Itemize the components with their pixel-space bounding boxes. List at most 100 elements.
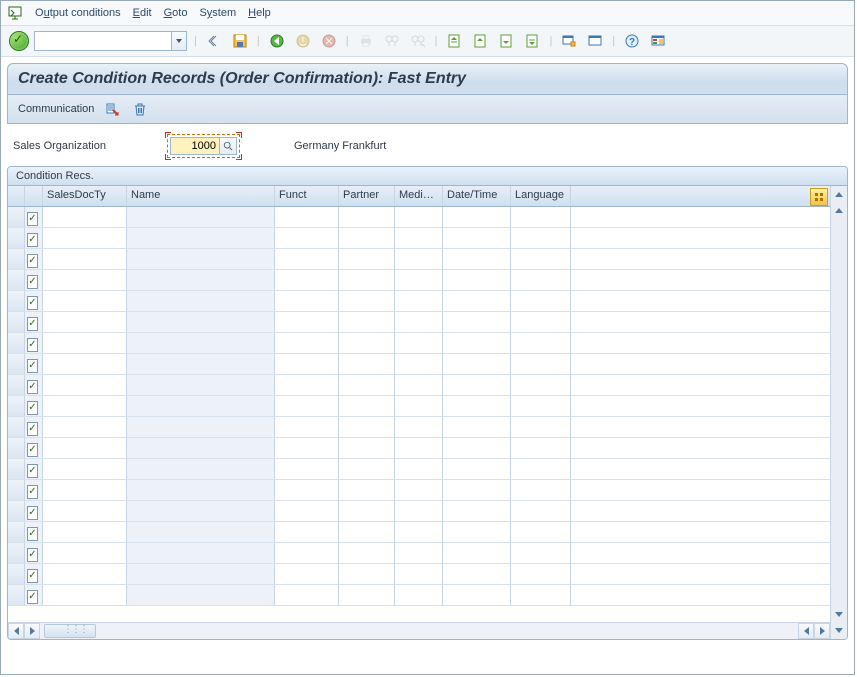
cell-datetime[interactable] [443,291,511,311]
save-icon[interactable] [229,30,251,52]
cell-partner[interactable] [339,291,395,311]
v-scroll-bottom[interactable] [835,628,843,633]
cell-language[interactable] [511,207,571,227]
cell-language[interactable] [511,354,571,374]
column-header-partner[interactable]: Partner [339,186,395,206]
cell-partner[interactable] [339,375,395,395]
enter-button[interactable] [9,31,29,51]
cell-funct[interactable] [275,417,339,437]
communication-button[interactable]: Communication [18,103,94,115]
cell-funct[interactable] [275,585,339,605]
h-scroll-right[interactable] [814,623,830,639]
cell-datetime[interactable] [443,501,511,521]
row-selector[interactable] [8,459,25,479]
cell-funct[interactable] [275,291,339,311]
cell-datetime[interactable] [443,522,511,542]
row-select-checkbox[interactable] [25,228,43,248]
cell-funct[interactable] [275,333,339,353]
cell-salesdocty[interactable] [43,207,127,227]
row-selector[interactable] [8,585,25,605]
row-select-checkbox[interactable] [25,459,43,479]
cell-medium[interactable] [395,543,443,563]
cell-datetime[interactable] [443,354,511,374]
row-selector[interactable] [8,312,25,332]
v-scroll-up[interactable] [835,208,843,213]
cell-funct[interactable] [275,501,339,521]
cell-medium[interactable] [395,585,443,605]
cell-funct[interactable] [275,564,339,584]
cell-partner[interactable] [339,564,395,584]
cell-salesdocty[interactable] [43,291,127,311]
cell-salesdocty[interactable] [43,312,127,332]
row-selector[interactable] [8,396,25,416]
cell-salesdocty[interactable] [43,564,127,584]
column-header-name[interactable]: Name [127,186,275,206]
cell-funct[interactable] [275,375,339,395]
row-selector[interactable] [8,291,25,311]
cell-funct[interactable] [275,249,339,269]
layout-menu-icon[interactable] [647,30,669,52]
cell-salesdocty[interactable] [43,585,127,605]
cell-funct[interactable] [275,459,339,479]
cell-partner[interactable] [339,522,395,542]
back-icon[interactable] [266,30,288,52]
cell-medium[interactable] [395,228,443,248]
cell-language[interactable] [511,501,571,521]
column-header-select[interactable] [25,186,43,206]
cell-medium[interactable] [395,459,443,479]
cell-funct[interactable] [275,228,339,248]
cell-datetime[interactable] [443,375,511,395]
cell-medium[interactable] [395,354,443,374]
row-selector[interactable] [8,480,25,500]
sales-organization-f4-button[interactable] [220,137,237,155]
cell-funct[interactable] [275,354,339,374]
cell-salesdocty[interactable] [43,333,127,353]
h-scroll-thumb[interactable] [44,624,96,638]
menu-system[interactable]: System [199,7,236,19]
v-scroll-down[interactable] [835,612,843,617]
cell-salesdocty[interactable] [43,354,127,374]
cell-medium[interactable] [395,522,443,542]
cell-datetime[interactable] [443,564,511,584]
cell-datetime[interactable] [443,270,511,290]
next-page-icon[interactable] [495,30,517,52]
cell-partner[interactable] [339,585,395,605]
row-selector[interactable] [8,228,25,248]
delete-icon[interactable] [130,99,150,119]
cell-partner[interactable] [339,249,395,269]
prev-page-icon[interactable] [469,30,491,52]
cell-salesdocty[interactable] [43,480,127,500]
cell-salesdocty[interactable] [43,270,127,290]
cell-language[interactable] [511,543,571,563]
table-corner[interactable] [8,186,25,206]
cell-salesdocty[interactable] [43,543,127,563]
cell-medium[interactable] [395,291,443,311]
row-select-checkbox[interactable] [25,585,43,605]
cell-datetime[interactable] [443,333,511,353]
cell-language[interactable] [511,375,571,395]
row-select-checkbox[interactable] [25,522,43,542]
sales-organization-input[interactable] [170,137,220,155]
cell-medium[interactable] [395,480,443,500]
cell-medium[interactable] [395,396,443,416]
column-header-salesdocty[interactable]: SalesDocTy [43,186,127,206]
row-selector[interactable] [8,522,25,542]
row-select-checkbox[interactable] [25,375,43,395]
cell-partner[interactable] [339,543,395,563]
row-selector[interactable] [8,375,25,395]
cell-datetime[interactable] [443,543,511,563]
row-select-checkbox[interactable] [25,564,43,584]
h-scroll-right-2[interactable] [798,623,814,639]
cell-partner[interactable] [339,396,395,416]
cell-datetime[interactable] [443,312,511,332]
h-scroll-left-2[interactable] [24,623,40,639]
cell-partner[interactable] [339,354,395,374]
cell-salesdocty[interactable] [43,396,127,416]
cell-salesdocty[interactable] [43,249,127,269]
cell-datetime[interactable] [443,585,511,605]
cell-partner[interactable] [339,333,395,353]
cell-datetime[interactable] [443,249,511,269]
row-select-checkbox[interactable] [25,333,43,353]
column-header-medium[interactable]: Medium [395,186,443,206]
cell-datetime[interactable] [443,228,511,248]
